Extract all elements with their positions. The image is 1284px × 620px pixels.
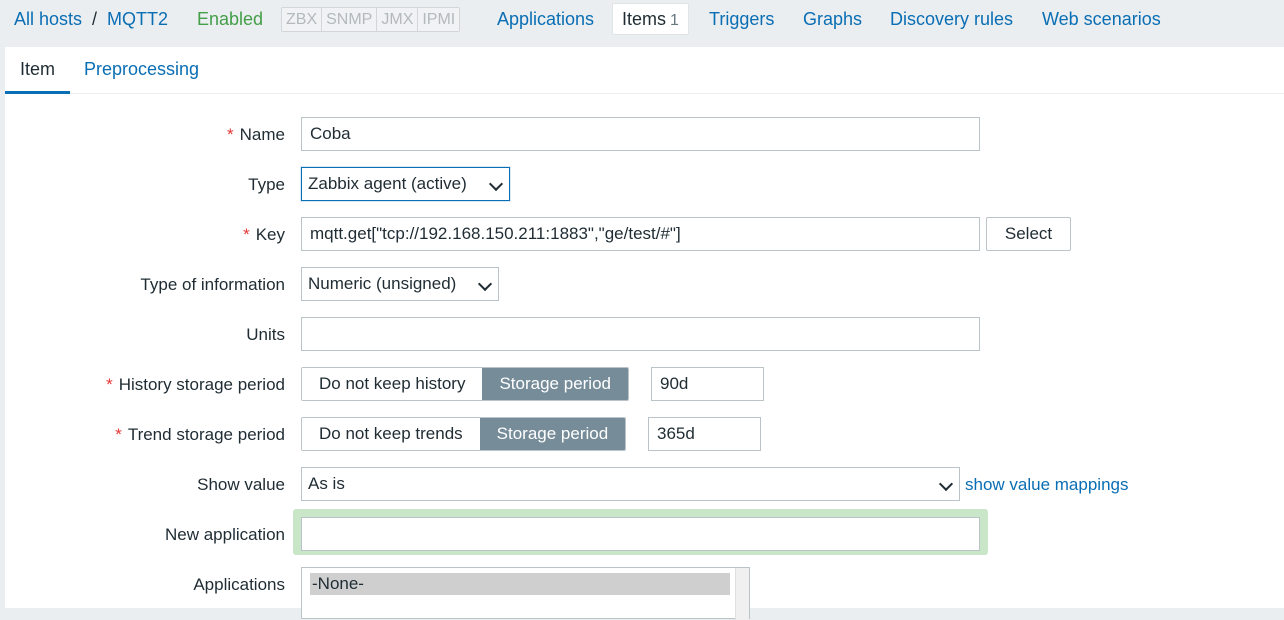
tab-items-label: Items — [622, 9, 667, 29]
history-label-text: History storage period — [118, 375, 285, 394]
show-value-selected: As is — [308, 474, 345, 493]
trends-label-text: Trend storage period — [127, 425, 285, 444]
host-status-enabled[interactable]: Enabled — [197, 9, 263, 30]
item-form-panel: Item Preprocessing * Name Coba Type Zabbi… — [5, 47, 1284, 620]
tab-graphs[interactable]: Graphs — [803, 9, 862, 30]
type-select[interactable]: Zabbix agent (active) — [301, 167, 510, 201]
show-value-select[interactable]: As is — [301, 467, 960, 501]
required-mark: * — [243, 225, 250, 244]
type-select-value: Zabbix agent (active) — [308, 174, 467, 193]
units-row: Units — [5, 317, 1284, 353]
history-label: * History storage period — [106, 375, 285, 395]
key-label: * Key — [243, 225, 285, 245]
show-value-mappings-link[interactable]: show value mappings — [965, 475, 1128, 495]
applications-row: Applications -None- — [5, 567, 1284, 620]
trends-row: * Trend storage period Do not keep trends… — [5, 417, 1284, 453]
units-label: Units — [246, 325, 285, 344]
form-tabs: Item Preprocessing — [5, 47, 1284, 94]
tab-triggers[interactable]: Triggers — [709, 9, 774, 30]
name-row: * Name Coba — [5, 117, 1284, 153]
applications-listbox[interactable]: -None- — [301, 567, 750, 620]
trends-storage-period-option[interactable]: Storage period — [479, 418, 626, 450]
host-navigation: All hosts / MQTT2 Enabled ZBX SNMP JMX I… — [0, 0, 1284, 40]
type-of-information-label: Type of information — [140, 275, 285, 294]
snmp-badge: SNMP — [322, 8, 378, 31]
breadcrumb-host-name[interactable]: MQTT2 — [107, 9, 168, 30]
name-input[interactable]: Coba — [301, 117, 980, 151]
chevron-down-icon — [938, 476, 954, 492]
zbx-badge: ZBX — [282, 8, 323, 31]
required-mark: * — [115, 425, 122, 444]
type-of-information-value: Numeric (unsigned) — [308, 274, 457, 293]
name-label-text: Name — [239, 125, 285, 144]
units-input[interactable] — [301, 317, 980, 351]
tab-web-scenarios[interactable]: Web scenarios — [1042, 9, 1161, 30]
availability-badges: ZBX SNMP JMX IPMI — [281, 7, 461, 32]
key-row: * Key mqtt.get["tcp://192.168.150.211:188… — [5, 217, 1284, 253]
type-of-information-row: Type of information Numeric (unsigned) — [5, 267, 1284, 303]
required-mark: * — [106, 375, 113, 394]
new-application-input[interactable] — [301, 517, 980, 551]
tab-items[interactable]: Items 1 — [612, 3, 689, 35]
breadcrumb-separator: / — [92, 9, 98, 29]
new-application-row: New application — [5, 509, 1284, 555]
applications-label: Applications — [193, 575, 285, 594]
trends-mode-toggle: Do not keep trends Storage period — [301, 417, 627, 451]
history-storage-period-option[interactable]: Storage period — [482, 368, 628, 400]
items-count: 1 — [670, 12, 679, 29]
history-row: * History storage period Do not keep hist… — [5, 367, 1284, 403]
chevron-down-icon — [488, 176, 504, 192]
applications-option-none[interactable]: -None- — [310, 573, 730, 595]
tab-item[interactable]: Item — [5, 59, 70, 94]
required-mark: * — [227, 125, 234, 144]
tab-applications[interactable]: Applications — [497, 9, 594, 30]
ipmi-badge: IPMI — [418, 8, 460, 31]
tab-discovery-rules[interactable]: Discovery rules — [890, 9, 1013, 30]
history-period-input[interactable]: 90d — [651, 367, 764, 401]
breadcrumb-all-hosts[interactable]: All hosts — [14, 9, 82, 30]
trends-label: * Trend storage period — [115, 425, 285, 445]
jmx-badge: JMX — [377, 8, 419, 31]
new-application-label: New application — [164, 525, 285, 544]
show-value-row: Show value As is show value mappings — [5, 467, 1284, 503]
chevron-down-icon — [477, 276, 493, 292]
show-value-label: Show value — [197, 475, 285, 494]
name-label: * Name — [227, 125, 285, 145]
type-of-information-select[interactable]: Numeric (unsigned) — [301, 267, 499, 301]
key-select-button[interactable]: Select — [986, 217, 1071, 251]
trends-do-not-keep-option[interactable]: Do not keep trends — [302, 418, 480, 450]
history-do-not-keep-option[interactable]: Do not keep history — [302, 368, 483, 400]
history-mode-toggle: Do not keep history Storage period — [301, 367, 629, 401]
type-row: Type Zabbix agent (active) — [5, 167, 1284, 203]
key-input[interactable]: mqtt.get["tcp://192.168.150.211:1883","g… — [301, 217, 980, 251]
key-label-text: Key — [255, 225, 285, 244]
tab-preprocessing[interactable]: Preprocessing — [84, 59, 199, 80]
trends-period-input[interactable]: 365d — [648, 417, 761, 451]
listbox-scrollbar[interactable] — [735, 568, 749, 620]
type-label: Type — [248, 175, 285, 194]
